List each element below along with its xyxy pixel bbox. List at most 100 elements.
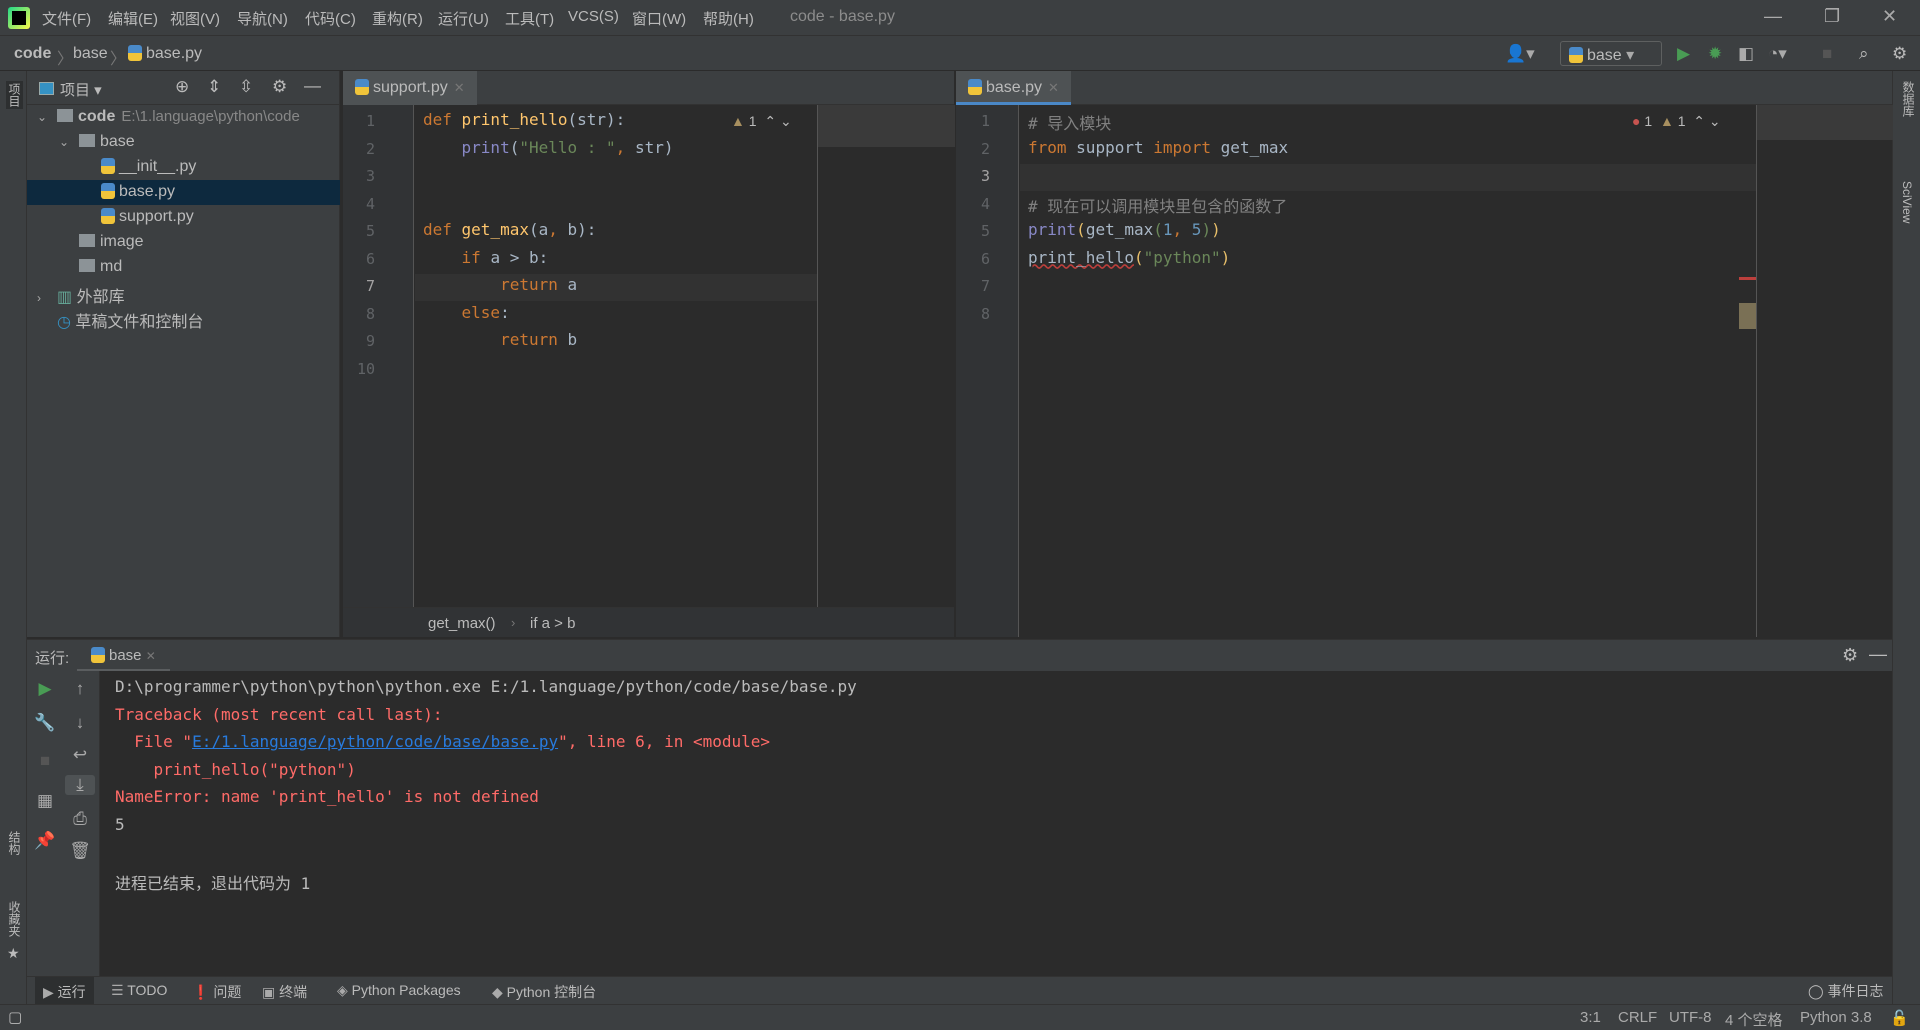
chevron-down-icon[interactable]: ⌄	[59, 135, 79, 149]
hide-icon[interactable]: —	[1869, 644, 1887, 665]
close-tab-icon[interactable]: ✕	[146, 649, 156, 663]
lock-icon[interactable]: 🔓	[1890, 1009, 1909, 1027]
menu-8[interactable]: VCS(S)	[568, 8, 619, 25]
tree-item[interactable]: support.py	[27, 205, 340, 230]
tree-item[interactable]: › ▥ 外部库	[27, 280, 340, 306]
scroll-thumb[interactable]	[1739, 303, 1756, 329]
pin-icon[interactable]: 📌	[30, 831, 60, 851]
tab-support-py[interactable]: support.py ✕	[343, 71, 477, 105]
bottom-tab-problems[interactable]: ❗ 问题	[192, 982, 241, 1002]
crumb-if[interactable]: if a > b	[530, 615, 575, 632]
python-file-icon	[101, 208, 115, 224]
project-view-select[interactable]: 项目 ▾	[39, 79, 102, 100]
tree-item[interactable]: ◷ 草稿文件和控制台	[27, 305, 340, 331]
bottom-tab-python-console[interactable]: ◆ Python 控制台	[492, 982, 596, 1002]
scroll-to-end-icon[interactable]: ⤓	[65, 775, 95, 795]
tree-item[interactable]: base.py	[27, 180, 340, 205]
breadcrumb-base[interactable]: base	[73, 45, 108, 63]
run-tab-base[interactable]: base ✕	[77, 640, 170, 672]
chevron-right-icon[interactable]: ›	[37, 291, 57, 305]
arrow-down-icon[interactable]: ↓	[65, 713, 95, 733]
breadcrumb-file[interactable]: base.py	[128, 45, 202, 63]
event-log-button[interactable]: ◯ 事件日志	[1808, 981, 1884, 1001]
close-icon[interactable]: ✕	[1882, 6, 1897, 27]
menu-0[interactable]: 文件(F)	[42, 8, 91, 29]
close-tab-icon[interactable]: ✕	[1048, 80, 1059, 95]
rerun-icon[interactable]: ▶	[30, 679, 60, 699]
database-tool-button[interactable]: 数据库	[1900, 81, 1917, 117]
wrench-icon[interactable]: 🔧	[30, 713, 60, 733]
gear-icon[interactable]: ⚙	[272, 77, 287, 97]
menu-4[interactable]: 代码(C)	[305, 8, 356, 29]
breadcrumb-code[interactable]: code	[14, 45, 51, 63]
hide-icon[interactable]: —	[304, 76, 321, 96]
tree-item[interactable]: md	[27, 255, 340, 280]
menu-6[interactable]: 运行(U)	[438, 8, 489, 29]
menu-10[interactable]: 帮助(H)	[703, 8, 754, 29]
minimap[interactable]	[817, 105, 955, 607]
error-stripe-marker[interactable]	[1739, 277, 1756, 280]
search-icon[interactable]: ⌕	[1859, 44, 1869, 64]
sciview-tool-button[interactable]: SciView	[1900, 181, 1914, 223]
line-number: 3	[980, 167, 990, 185]
menu-3[interactable]: 导航(N)	[237, 8, 288, 29]
editor-base-py[interactable]: 1 # 导入模块 2 from support import get_max 3 4 # 现…	[956, 105, 1893, 637]
settings-icon[interactable]: ⚙	[1892, 44, 1907, 64]
caret-position[interactable]: 3:1	[1580, 1009, 1601, 1026]
favorites-tool-button[interactable]: 收藏夹	[6, 901, 23, 937]
stop-icon[interactable]: ■	[30, 751, 60, 771]
restore-icon[interactable]: ❐	[1824, 6, 1840, 27]
expand-all-icon[interactable]: ⇕	[207, 77, 221, 97]
crumb-function[interactable]: get_max()	[428, 615, 496, 632]
minimap[interactable]	[1756, 105, 1893, 637]
python-icon	[1569, 47, 1583, 63]
line-separator[interactable]: CRLF	[1618, 1009, 1657, 1026]
file-link[interactable]: E:/1.language/python/code/base/base.py	[192, 732, 558, 751]
run-config-select[interactable]: base ▾	[1560, 41, 1662, 66]
menu-5[interactable]: 重构(R)	[372, 8, 423, 29]
inspection-widget[interactable]: ▲ 1 ⌃ ⌄	[731, 113, 792, 130]
inspection-widget[interactable]: ● 1 ▲ 1 ⌃ ⌄	[1632, 113, 1721, 130]
interpreter[interactable]: Python 3.8	[1800, 1009, 1872, 1026]
toggle-tool-windows-icon[interactable]: ▢	[8, 1008, 22, 1026]
menu-9[interactable]: 窗口(W)	[632, 8, 686, 29]
arrow-up-icon[interactable]: ↑	[65, 679, 95, 699]
line-number: 5	[980, 222, 990, 240]
minimize-icon[interactable]: —	[1764, 6, 1782, 27]
debug-icon[interactable]: ✹	[1708, 44, 1722, 64]
gear-icon[interactable]: ⚙	[1842, 645, 1858, 666]
locate-icon[interactable]: ⊕	[175, 77, 189, 97]
layout-icon[interactable]: ▦	[30, 791, 60, 811]
bottom-tab-python-packages[interactable]: ◈ Python Packages	[337, 982, 461, 999]
stop-icon[interactable]: ■	[1822, 44, 1832, 64]
console-output[interactable]: D:\programmer\python\python\python.exe E…	[100, 671, 1892, 976]
tree-item[interactable]: __init__.py	[27, 155, 340, 180]
menu-1[interactable]: 编辑(E)	[108, 8, 158, 29]
collapse-all-icon[interactable]: ⇳	[239, 77, 253, 97]
coverage-icon[interactable]: ◧	[1738, 44, 1754, 64]
project-title: 项目	[60, 82, 91, 99]
tab-base-py[interactable]: base.py ✕	[956, 71, 1071, 105]
profile-icon[interactable]: ◔▾	[1768, 44, 1787, 64]
soft-wrap-icon[interactable]: ↩	[65, 745, 95, 765]
menu-2[interactable]: 视图(V)	[170, 8, 220, 29]
menu-7[interactable]: 工具(T)	[505, 8, 554, 29]
project-tool-button[interactable]: 项目	[6, 81, 23, 109]
close-tab-icon[interactable]: ✕	[454, 80, 465, 95]
chevron-down-icon[interactable]: ⌄	[37, 110, 57, 124]
python-file-icon	[101, 183, 115, 199]
print-icon[interactable]: ⎙	[65, 809, 95, 829]
editor-support-py[interactable]: 1 def print_hello(str): 2 print("Hello : "…	[343, 105, 955, 607]
run-icon[interactable]: ▶	[1677, 44, 1690, 64]
indent-setting[interactable]: 4 个空格	[1725, 1009, 1783, 1030]
bottom-tab-run[interactable]: ▶ 运行	[35, 977, 94, 1005]
bottom-tab-terminal[interactable]: ▣ 终端	[262, 982, 307, 1002]
tree-item[interactable]: image	[27, 230, 340, 255]
tree-item[interactable]: ⌄ code E:\1.language\python\code	[27, 105, 340, 130]
structure-tool-button[interactable]: 结构	[6, 831, 23, 855]
bottom-tab-todo[interactable]: ☰ TODO	[111, 982, 167, 999]
trash-icon[interactable]: 🗑	[65, 841, 95, 861]
user-icon[interactable]: 👤▾	[1505, 44, 1535, 64]
file-encoding[interactable]: UTF-8	[1669, 1009, 1712, 1026]
tree-item[interactable]: ⌄ base	[27, 130, 340, 155]
